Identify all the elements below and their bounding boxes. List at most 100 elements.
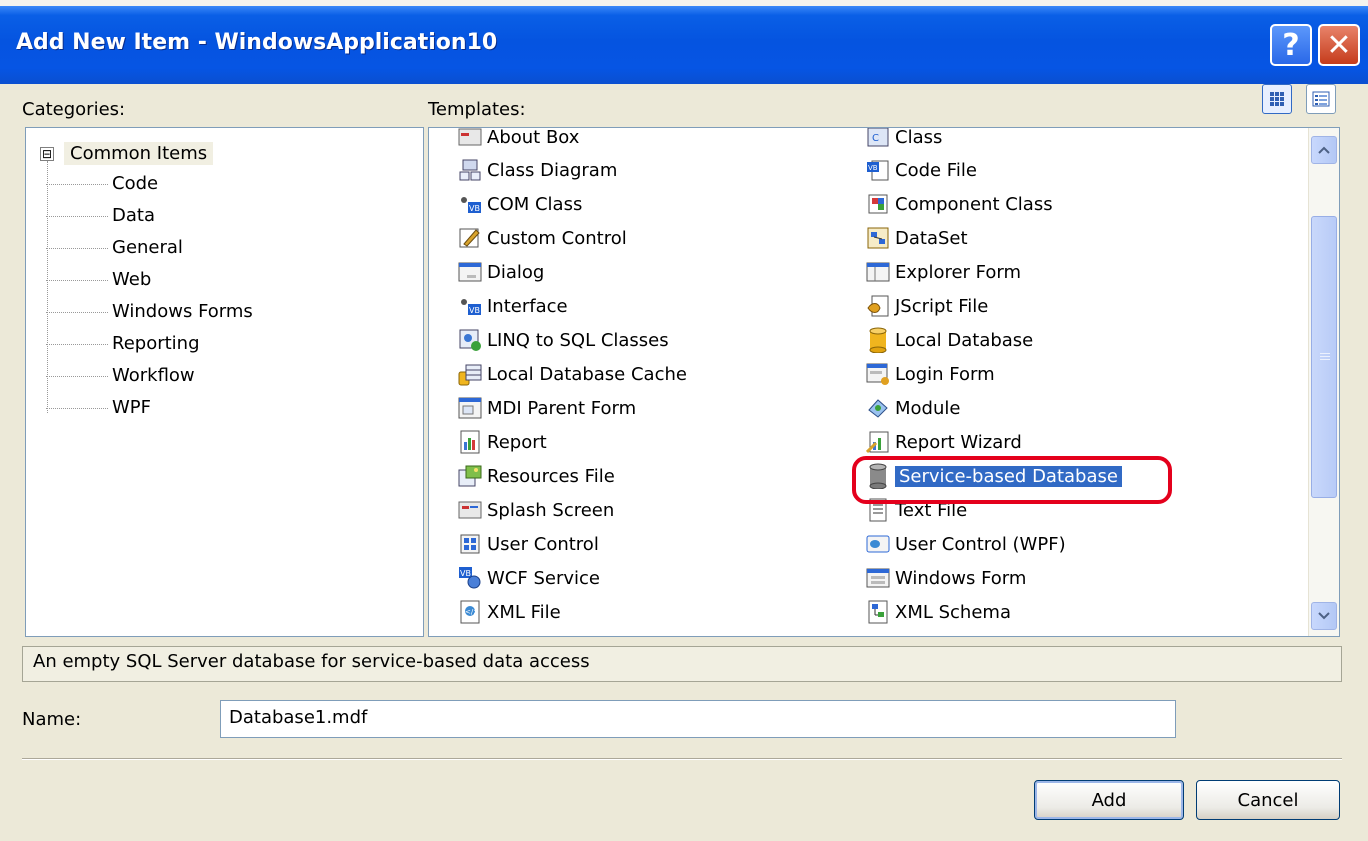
template-xml-schema[interactable]: XML Schema bbox=[865, 599, 1011, 625]
dialog-title: Add New Item - WindowsApplication10 bbox=[16, 30, 498, 55]
svg-text:</>: </> bbox=[465, 608, 479, 616]
template-label: XML File bbox=[487, 601, 561, 623]
chevron-up-icon bbox=[1318, 146, 1330, 154]
svg-text:VB: VB bbox=[469, 306, 480, 315]
template-linq-to-sql-classes[interactable]: LINQ to SQL Classes bbox=[457, 327, 669, 353]
local-database-icon bbox=[865, 327, 891, 353]
template-about-box[interactable]: About Box bbox=[457, 128, 579, 150]
template-wcf-service[interactable]: VB WCF Service bbox=[457, 565, 600, 591]
template-user-control[interactable]: User Control bbox=[457, 531, 599, 557]
categories-label: Categories: bbox=[22, 99, 126, 120]
tree-connector bbox=[46, 408, 108, 409]
template-label: XML Schema bbox=[895, 601, 1011, 623]
chevron-down-icon bbox=[1318, 612, 1330, 620]
template-label: Report Wizard bbox=[895, 431, 1022, 453]
template-dialog[interactable]: Dialog bbox=[457, 259, 544, 285]
template-code-file[interactable]: VB Code File bbox=[865, 157, 977, 183]
tree-item-wpf[interactable]: WPF bbox=[112, 397, 151, 418]
template-dataset[interactable]: DataSet bbox=[865, 225, 968, 251]
scroll-down-button[interactable] bbox=[1311, 602, 1337, 630]
template-description: An empty SQL Server database for service… bbox=[22, 646, 1342, 682]
tree-node-label: Common Items bbox=[64, 142, 214, 165]
categories-tree[interactable]: ⊟ Common Items Code Data General Web Win… bbox=[25, 127, 424, 637]
user-control-icon bbox=[457, 531, 483, 557]
tree-connector bbox=[46, 184, 108, 185]
template-class-diagram[interactable]: Class Diagram bbox=[457, 157, 617, 183]
template-label: Component Class bbox=[895, 193, 1053, 215]
template-login-form[interactable]: Login Form bbox=[865, 361, 995, 387]
tree-item-workflow[interactable]: Workflow bbox=[112, 365, 195, 386]
template-module[interactable]: Module bbox=[865, 395, 960, 421]
template-custom-control[interactable]: Custom Control bbox=[457, 225, 627, 251]
component-class-icon bbox=[865, 191, 891, 217]
tree-item-general[interactable]: General bbox=[112, 237, 183, 258]
template-label: Class Diagram bbox=[487, 159, 618, 181]
templates-scrollbar[interactable] bbox=[1308, 128, 1339, 636]
template-local-database-cache[interactable]: Local Database Cache bbox=[457, 361, 687, 387]
svg-text:VB: VB bbox=[868, 164, 878, 172]
template-com-class[interactable]: VB COM Class bbox=[457, 191, 582, 217]
thumb-grip bbox=[1320, 353, 1330, 354]
template-label: Dialog bbox=[487, 261, 545, 283]
mdi-parent-form-icon bbox=[457, 395, 483, 421]
selection-highlight-ring bbox=[852, 456, 1172, 504]
tree-item-data[interactable]: Data bbox=[112, 205, 155, 226]
report-wizard-icon bbox=[865, 429, 891, 455]
template-component-class[interactable]: Component Class bbox=[865, 191, 1053, 217]
thumb-grip bbox=[1320, 356, 1330, 357]
title-bar[interactable]: Add New Item - WindowsApplication10 ? ✕ bbox=[0, 6, 1368, 84]
template-label: LINQ to SQL Classes bbox=[487, 329, 669, 351]
template-report[interactable]: Report bbox=[457, 429, 547, 455]
templates-list[interactable]: About Box Class Diagram VB COM Class Cus… bbox=[428, 127, 1340, 637]
template-windows-form[interactable]: Windows Form bbox=[865, 565, 1026, 591]
login-form-icon bbox=[865, 361, 891, 387]
template-resources-file[interactable]: Resources File bbox=[457, 463, 615, 489]
template-xml-file[interactable]: </> XML File bbox=[457, 599, 561, 625]
large-icons-icon bbox=[1270, 92, 1284, 106]
template-label: Resources File bbox=[487, 465, 615, 487]
tree-item-code[interactable]: Code bbox=[112, 173, 158, 194]
scroll-thumb[interactable] bbox=[1311, 216, 1337, 498]
tree-connector bbox=[46, 248, 108, 249]
template-label: MDI Parent Form bbox=[487, 397, 637, 419]
help-button[interactable]: ? bbox=[1270, 24, 1312, 66]
thumb-grip bbox=[1320, 359, 1330, 360]
com-class-icon: VB bbox=[457, 191, 483, 217]
template-explorer-form[interactable]: Explorer Form bbox=[865, 259, 1021, 285]
template-interface[interactable]: VB Interface bbox=[457, 293, 568, 319]
tree-item-reporting[interactable]: Reporting bbox=[112, 333, 200, 354]
code-file-icon: VB bbox=[865, 157, 891, 183]
tree-item-windows-forms[interactable]: Windows Forms bbox=[112, 301, 253, 322]
tree-item-web[interactable]: Web bbox=[112, 269, 151, 290]
large-icons-view-button[interactable] bbox=[1262, 84, 1292, 114]
template-label: Report bbox=[487, 431, 547, 453]
template-jscript-file[interactable]: JScript File bbox=[865, 293, 988, 319]
template-label: Interface bbox=[487, 295, 568, 317]
template-label: Module bbox=[895, 397, 961, 419]
add-button[interactable]: Add bbox=[1034, 780, 1184, 820]
template-report-wizard[interactable]: Report Wizard bbox=[865, 429, 1022, 455]
template-user-control-wpf[interactable]: User Control (WPF) bbox=[865, 531, 1066, 557]
wcf-service-icon: VB bbox=[457, 565, 483, 591]
collapse-icon[interactable]: ⊟ bbox=[40, 146, 54, 161]
dialog-icon bbox=[457, 259, 483, 285]
small-icons-view-button[interactable] bbox=[1306, 84, 1336, 114]
template-class[interactable]: C Class bbox=[865, 128, 942, 150]
tree-connector bbox=[46, 376, 108, 377]
close-button[interactable]: ✕ bbox=[1318, 24, 1360, 66]
templates-label: Templates: bbox=[428, 99, 526, 120]
module-icon bbox=[865, 395, 891, 421]
tree-node-common-items[interactable]: ⊟ Common Items bbox=[40, 142, 214, 165]
linq-to-sql-icon bbox=[457, 327, 483, 353]
scroll-up-button[interactable] bbox=[1311, 136, 1337, 164]
template-mdi-parent-form[interactable]: MDI Parent Form bbox=[457, 395, 636, 421]
name-input[interactable]: Database1.mdf bbox=[220, 700, 1176, 738]
template-label: Explorer Form bbox=[895, 261, 1022, 283]
tree-connector bbox=[46, 312, 108, 313]
template-splash-screen[interactable]: Splash Screen bbox=[457, 497, 614, 523]
template-local-database[interactable]: Local Database bbox=[865, 327, 1033, 353]
interface-icon: VB bbox=[457, 293, 483, 319]
about-box-icon bbox=[457, 128, 483, 150]
cancel-button[interactable]: Cancel bbox=[1196, 780, 1340, 820]
small-icons-icon bbox=[1312, 91, 1330, 107]
